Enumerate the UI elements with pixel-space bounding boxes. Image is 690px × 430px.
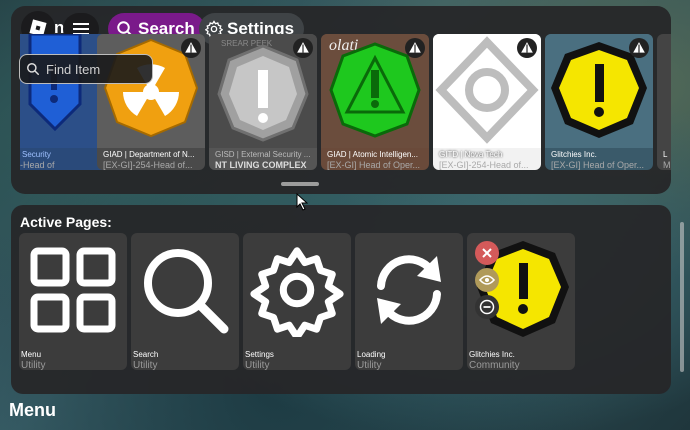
mouse-cursor-icon xyxy=(296,193,308,211)
search-icon xyxy=(144,249,229,334)
page-tile-menu[interactable]: Menu Utility xyxy=(19,233,127,370)
gear-icon xyxy=(250,247,344,337)
card-name: GISD | External Security ... xyxy=(215,150,311,159)
community-card[interactable]: Glitchies Inc. [EX-GI] Head of Oper... xyxy=(545,34,653,170)
menu-label: Menu xyxy=(9,400,56,420)
place-badge-icon xyxy=(405,38,425,58)
card-subtitle: NT LIVING COMPLEX xyxy=(215,160,307,170)
active-pages-title: Active Pages: xyxy=(20,214,112,230)
card-name: GIAD | Department of N... xyxy=(103,150,195,159)
page-tile-type: Utility xyxy=(133,360,158,370)
close-icon xyxy=(482,248,492,258)
card-subtitle: M xyxy=(663,160,671,170)
scrollbar[interactable] xyxy=(680,222,684,372)
page-tile-name: Menu xyxy=(21,350,42,359)
minimize-page-button[interactable] xyxy=(475,295,499,319)
page-tile-settings[interactable]: Settings Utility xyxy=(243,233,351,370)
grid-icon xyxy=(30,247,116,333)
community-card[interactable]: GITD | Nova Tech [EX-GI]-254-Head of... xyxy=(433,34,541,170)
refresh-icon xyxy=(377,255,441,325)
view-page-button[interactable] xyxy=(475,268,499,292)
card-name: ernal Security xyxy=(20,150,51,159)
page-tile-loading[interactable]: Loading Utility xyxy=(355,233,463,370)
page-tile-name: Settings xyxy=(245,350,274,359)
place-badge-icon xyxy=(181,38,201,58)
page-tile-type: Community xyxy=(469,360,520,370)
community-card[interactable]: SREAR PEEK GISD | External Security ... … xyxy=(209,34,317,170)
page-tile-search[interactable]: Search Utility xyxy=(131,233,239,370)
community-card[interactable]: L M xyxy=(657,34,671,170)
page-tile-name: Glitchies Inc. xyxy=(469,350,515,359)
page-tile-glitchies[interactable]: Glitchies Inc. Community xyxy=(467,233,575,370)
card-subtitle: [EX-GI]-254-Head of... xyxy=(439,160,529,170)
page-tile-name: Loading xyxy=(357,350,386,359)
close-page-button[interactable] xyxy=(475,241,499,265)
card-name: Glitchies Inc. xyxy=(551,150,597,159)
card-subtitle: [EX-GI]-254-Head of... xyxy=(103,160,193,170)
place-badge-icon xyxy=(293,38,313,58)
card-name: L xyxy=(663,150,668,159)
page-tile-name: Search xyxy=(133,350,159,359)
card-subtitle: [EX-GI] Head of Oper... xyxy=(551,160,645,170)
card-subtitle: [EX-GI] Head of Oper... xyxy=(327,160,421,170)
card-name: GIAD | Atomic Intelligen... xyxy=(327,150,419,159)
place-badge-icon xyxy=(629,38,649,58)
find-item-input[interactable] xyxy=(44,60,148,78)
find-item-search[interactable] xyxy=(19,54,153,84)
eye-icon xyxy=(479,275,495,285)
card-subtitle: -254-Head of xyxy=(20,160,55,170)
drag-handle[interactable] xyxy=(281,182,319,186)
search-icon xyxy=(27,63,39,75)
page-tile-type: Utility xyxy=(357,360,382,370)
community-card[interactable]: olati GIAD | Atomic Intelligen... [EX-GI… xyxy=(321,34,429,170)
place-badge-icon xyxy=(517,38,537,58)
minus-icon xyxy=(479,299,495,315)
page-tile-type: Utility xyxy=(21,360,46,370)
active-pages-panel: Active Pages: Menu Utility Search Utilit… xyxy=(11,205,671,394)
card-name: GITD | Nova Tech xyxy=(439,150,503,159)
page-tile-type: Utility xyxy=(245,360,270,370)
blue-emblem-icon xyxy=(20,34,108,148)
